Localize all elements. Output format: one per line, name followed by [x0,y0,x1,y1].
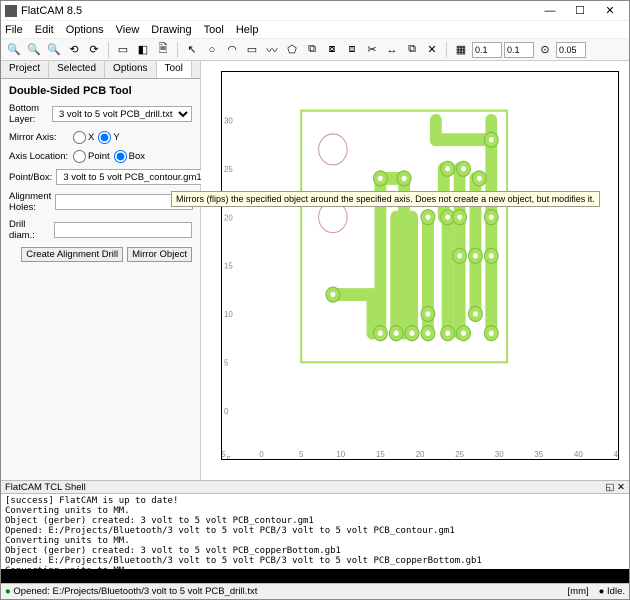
subtract-icon[interactable]: ⧈ [343,41,361,59]
create-alignment-button[interactable]: Create Alignment Drill [21,247,123,262]
shell-input[interactable] [1,569,629,583]
svg-text:45: 45 [614,450,618,459]
rect2-icon[interactable]: ▭ [243,41,261,59]
rect-icon[interactable]: ◧ [134,41,152,59]
axis-loc-label: Axis Location: [9,151,69,162]
snap-icon[interactable]: ⊙ [536,41,554,59]
status-text: Opened: E:/Projects/Bluetooth/3 volt to … [13,586,257,597]
grid-x-input[interactable] [472,42,502,58]
arc-icon[interactable]: ◠ [223,41,241,59]
select-icon[interactable]: ↖ [183,41,201,59]
delete-icon[interactable]: ✕ [423,41,441,59]
svg-text:40: 40 [574,450,583,459]
svg-text:30: 30 [495,450,504,459]
status-bar: ● Opened: E:/Projects/Bluetooth/3 volt t… [1,583,629,599]
svg-text:10: 10 [224,310,233,319]
menu-options[interactable]: Options [66,24,104,36]
intersect-icon[interactable]: ⧇ [323,41,341,59]
menu-bar: File Edit Options View Drawing Tool Help [1,21,629,39]
minimize-button[interactable]: — [535,2,565,20]
svg-text:5: 5 [224,358,229,367]
new-geo-icon[interactable]: ▭ [114,41,132,59]
svg-text:25: 25 [455,450,464,459]
idle-label: Idle. [607,586,625,597]
mirror-x-radio[interactable]: X [73,131,94,144]
menu-edit[interactable]: Edit [35,24,54,36]
drill-diam-input[interactable] [54,222,192,238]
zoom-fit-icon[interactable]: 🔍 [45,41,63,59]
app-icon [5,5,17,17]
bottom-layer-select[interactable]: 3 volt to 5 volt PCB_drill.txt [52,106,192,122]
polyline-icon[interactable]: 〰 [263,41,281,59]
tab-selected[interactable]: Selected [49,61,105,78]
panel-title: Double-Sided PCB Tool [9,85,192,97]
menu-drawing[interactable]: Drawing [151,24,191,36]
plot-canvas[interactable]: -5051015202530354045-5051015202530 Mirro… [201,61,629,480]
circle-icon[interactable]: ○ [203,41,221,59]
align-holes-label: Alignment Holes: [9,191,51,213]
units-label: [mm] [568,586,589,597]
snap-input[interactable] [556,42,586,58]
line-icon[interactable]: 🗎 [154,41,172,59]
svg-text:25: 25 [224,165,233,174]
polygon-icon[interactable]: ⬠ [283,41,301,59]
svg-text:15: 15 [376,450,385,459]
svg-text:20: 20 [224,213,233,222]
shell-header: FlatCAM TCL Shell ◱ ✕ [1,480,629,494]
tab-tool[interactable]: Tool [157,61,192,78]
tab-options[interactable]: Options [105,61,156,78]
toolbar: 🔍 🔍 🔍 ⟲ ⟳ ▭ ◧ 🗎 ↖ ○ ◠ ▭ 〰 ⬠ ⧉ ⧇ ⧈ ✂ ↔ ⧉ … [1,39,629,61]
bottom-layer-label: Bottom Layer: [9,103,48,125]
tooltip: Mirrors (flips) the specified object aro… [171,191,600,207]
cut-icon[interactable]: ✂ [363,41,381,59]
sidebar: Project Selected Options Tool Double-Sid… [1,61,201,480]
svg-text:30: 30 [224,116,233,125]
tool-panel: Double-Sided PCB Tool Bottom Layer: 3 vo… [1,79,200,274]
grid-icon[interactable]: ▦ [452,41,470,59]
tab-project[interactable]: Project [1,61,49,78]
mirror-axis-label: Mirror Axis: [9,132,69,143]
tcl-shell: [success] FlatCAM is up to date! Convert… [1,494,629,569]
menu-help[interactable]: Help [236,24,259,36]
replot-icon[interactable]: ⟳ [85,41,103,59]
svg-text:-5: -5 [224,455,231,459]
union-icon[interactable]: ⧉ [303,41,321,59]
shell-close-icon[interactable]: ✕ [617,482,625,493]
grid-y-input[interactable] [504,42,534,58]
axis-box-radio[interactable]: Box [114,150,145,163]
zoom-out-icon[interactable]: 🔍 [25,41,43,59]
window-title: FlatCAM 8.5 [21,5,535,17]
close-button[interactable]: ✕ [595,2,625,20]
svg-text:35: 35 [534,450,543,459]
svg-text:10: 10 [336,450,345,459]
svg-text:5: 5 [299,450,304,459]
svg-text:20: 20 [416,450,425,459]
zoom-in-icon[interactable]: 🔍 [5,41,23,59]
move-icon[interactable]: ↔ [383,41,401,59]
menu-file[interactable]: File [5,24,23,36]
sidebar-tabs: Project Selected Options Tool [1,61,200,79]
mirror-y-radio[interactable]: Y [98,131,119,144]
svg-text:0: 0 [259,450,264,459]
svg-text:15: 15 [224,261,233,270]
menu-tool[interactable]: Tool [204,24,224,36]
copy-icon[interactable]: ⧉ [403,41,421,59]
drill-diam-label: Drill diam.: [9,219,50,241]
mirror-object-button[interactable]: Mirror Object [127,247,192,262]
pointbox-select[interactable]: 3 volt to 5 volt PCB_contour.gm1 [56,169,221,185]
axis-point-radio[interactable]: Point [73,150,110,163]
menu-view[interactable]: View [116,24,140,36]
maximize-button[interactable]: ☐ [565,2,595,20]
clear-plot-icon[interactable]: ⟲ [65,41,83,59]
shell-float-icon[interactable]: ◱ [605,482,614,493]
svg-text:0: 0 [224,407,229,416]
pointbox-label: Point/Box: [9,172,52,183]
title-bar: FlatCAM 8.5 — ☐ ✕ [1,1,629,21]
